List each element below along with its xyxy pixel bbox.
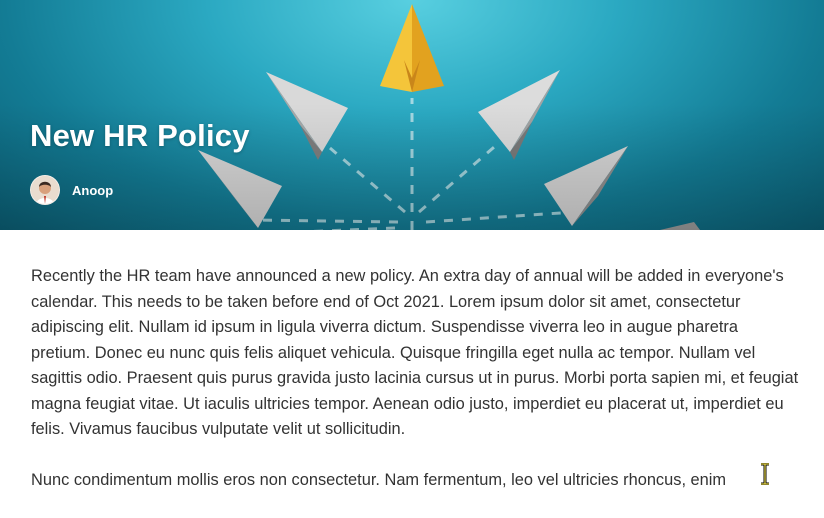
text-beam-icon	[761, 463, 769, 485]
page-title: New HR Policy	[30, 118, 250, 153]
article-body: Recently the HR team have announced a ne…	[31, 264, 801, 518]
hero-shade-overlay	[0, 0, 824, 230]
author-name[interactable]: Anoop	[72, 183, 113, 198]
article-paragraph: Recently the HR team have announced a ne…	[31, 267, 799, 438]
article-paragraph: Nunc condimentum mollis eros non consect…	[31, 470, 727, 489]
author-byline[interactable]: Anoop	[30, 175, 113, 205]
avatar[interactable]	[30, 175, 60, 205]
hero-banner: New HR Policy Anoop	[0, 0, 824, 230]
